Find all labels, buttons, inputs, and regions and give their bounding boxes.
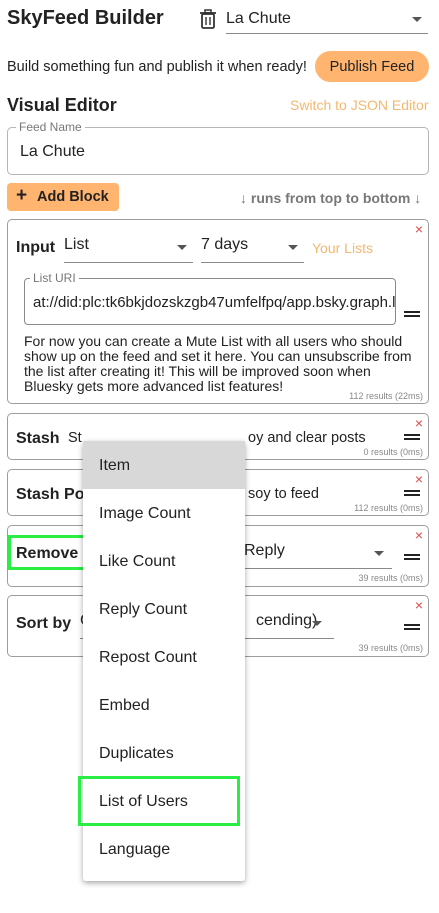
section-title: Visual Editor — [7, 95, 117, 115]
results-count: 39 results (0ms) — [358, 573, 423, 583]
feed-select[interactable]: La Chute — [226, 4, 428, 34]
menu-item-language[interactable]: Language — [83, 825, 245, 873]
close-icon[interactable]: × — [415, 416, 423, 430]
your-lists-link[interactable]: Your Lists — [312, 240, 373, 256]
chevron-down-icon — [177, 245, 187, 250]
drag-handle-icon[interactable] — [404, 311, 420, 317]
menu-item-label: Reply Count — [99, 601, 188, 618]
menu-item-label: Like Count — [99, 553, 176, 570]
menu-item-image-count[interactable]: Image Count — [83, 489, 245, 537]
block-title: Input — [16, 239, 56, 256]
drag-handle-icon[interactable] — [404, 434, 420, 440]
results-count: 112 results (22ms) — [349, 391, 423, 401]
tagline: Build something fun and publish it when … — [7, 59, 307, 75]
app-title: SkyFeed Builder — [7, 7, 164, 29]
publish-feed-button[interactable]: Publish Feed — [315, 51, 429, 82]
list-uri-value: at://did:plc:tk6bkjdozskzgb47umfelfpq/ap… — [33, 294, 396, 311]
remove-title-highlight — [8, 535, 87, 570]
drag-handle-icon[interactable] — [404, 554, 420, 560]
results-count: 0 results (0ms) — [363, 447, 423, 457]
list-of-users-highlight — [78, 776, 240, 826]
close-icon[interactable]: × — [415, 472, 423, 486]
order-note: ↓ runs from top to bottom ↓ — [240, 190, 422, 206]
time-range-select[interactable]: 7 days — [201, 230, 304, 263]
close-icon[interactable]: × — [415, 222, 423, 236]
trash-icon[interactable] — [199, 9, 217, 29]
remove-type-value: Reply — [244, 542, 285, 559]
block-title: Stash Po — [16, 486, 85, 503]
menu-item-label: Item — [99, 457, 131, 474]
close-icon[interactable]: × — [415, 598, 423, 612]
feed-select-value: La Chute — [226, 10, 291, 27]
menu-item-label: Repost Count — [99, 649, 197, 666]
results-count: 112 results (0ms) — [354, 503, 423, 513]
menu-item-like-count[interactable]: Like Count — [83, 537, 245, 585]
sort-select-end: cending) — [256, 612, 318, 629]
input-type-select[interactable]: List — [64, 230, 193, 263]
remove-type-select[interactable]: Reply — [244, 536, 392, 569]
switch-json-editor-link[interactable]: Switch to JSON Editor — [290, 97, 429, 113]
drag-handle-icon[interactable] — [404, 624, 420, 630]
feed-name-field[interactable]: Feed Name La Chute — [7, 120, 429, 175]
menu-item-reply-count[interactable]: Reply Count — [83, 585, 245, 633]
close-icon[interactable]: × — [415, 528, 423, 542]
menu-item-label: Duplicates — [99, 745, 174, 762]
menu-item-duplicates[interactable]: Duplicates — [83, 729, 245, 777]
chevron-down-icon — [312, 621, 322, 626]
chevron-down-icon — [412, 17, 422, 22]
stash-pop-desc-end: soy to feed — [248, 486, 319, 502]
add-block-button[interactable]: + Add Block — [7, 183, 119, 211]
chevron-down-icon — [374, 551, 384, 556]
plus-icon: + — [16, 185, 28, 206]
menu-item-item[interactable]: Item — [83, 441, 245, 489]
input-type-value: List — [64, 236, 89, 253]
menu-item-label: Embed — [99, 697, 150, 714]
list-uri-legend: List URI — [30, 271, 79, 285]
feed-name-value: La Chute — [20, 143, 85, 160]
results-count: 39 results (0ms) — [358, 643, 423, 653]
list-uri-input[interactable]: at://did:plc:tk6bkjdozskzgb47umfelfpq/ap… — [24, 278, 396, 325]
chevron-down-icon — [288, 245, 298, 250]
drag-handle-icon[interactable] — [404, 490, 420, 496]
feed-name-legend: Feed Name — [16, 120, 85, 134]
stash-desc-end: oy and clear posts — [248, 430, 366, 446]
time-range-value: 7 days — [201, 236, 249, 253]
menu-item-embed[interactable]: Embed — [83, 681, 245, 729]
list-info-text: For now you can create a Mute List with … — [24, 333, 412, 394]
menu-item-repost-count[interactable]: Repost Count — [83, 633, 245, 681]
block-title: Stash — [16, 430, 60, 447]
block-title: Sort by — [16, 615, 72, 632]
stash-desc-start: St — [68, 430, 82, 446]
menu-item-label: Language — [99, 841, 171, 858]
menu-item-label: Image Count — [99, 505, 191, 522]
add-block-label: Add Block — [37, 189, 109, 205]
input-block: Input × List 7 days Your Lists at://did:… — [7, 219, 429, 404]
